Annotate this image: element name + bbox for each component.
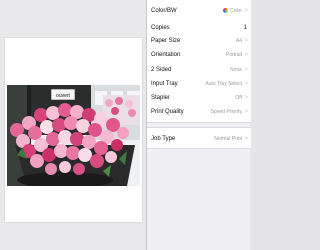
setting-row-job-type[interactable]: Job Type Normal Print >: [147, 127, 251, 149]
print-settings-panel: Color/BW Color > Copies 1 Paper Size A4 …: [146, 0, 251, 250]
preview-page[interactable]: ouvert: [5, 38, 142, 222]
setting-label: Job Type: [151, 136, 176, 142]
setting-value-text: Color: [230, 8, 242, 14]
setting-label: Print Quality: [151, 109, 184, 115]
setting-value: Normal Print: [214, 136, 242, 142]
setting-row-print-quality[interactable]: Print Quality Speed Priority >: [147, 101, 251, 123]
shop-sign-text: ouvert: [56, 93, 71, 99]
color-wheel-icon: [223, 8, 229, 14]
chevron-right-icon: >: [244, 109, 248, 115]
chevron-right-icon: >: [244, 136, 248, 142]
print-preview-pane: ouvert: [0, 0, 146, 250]
setting-value: Speed Priority: [210, 109, 242, 115]
preview-photo-roses: ouvert: [7, 85, 140, 186]
roses-photo-image: ouvert: [7, 85, 140, 186]
